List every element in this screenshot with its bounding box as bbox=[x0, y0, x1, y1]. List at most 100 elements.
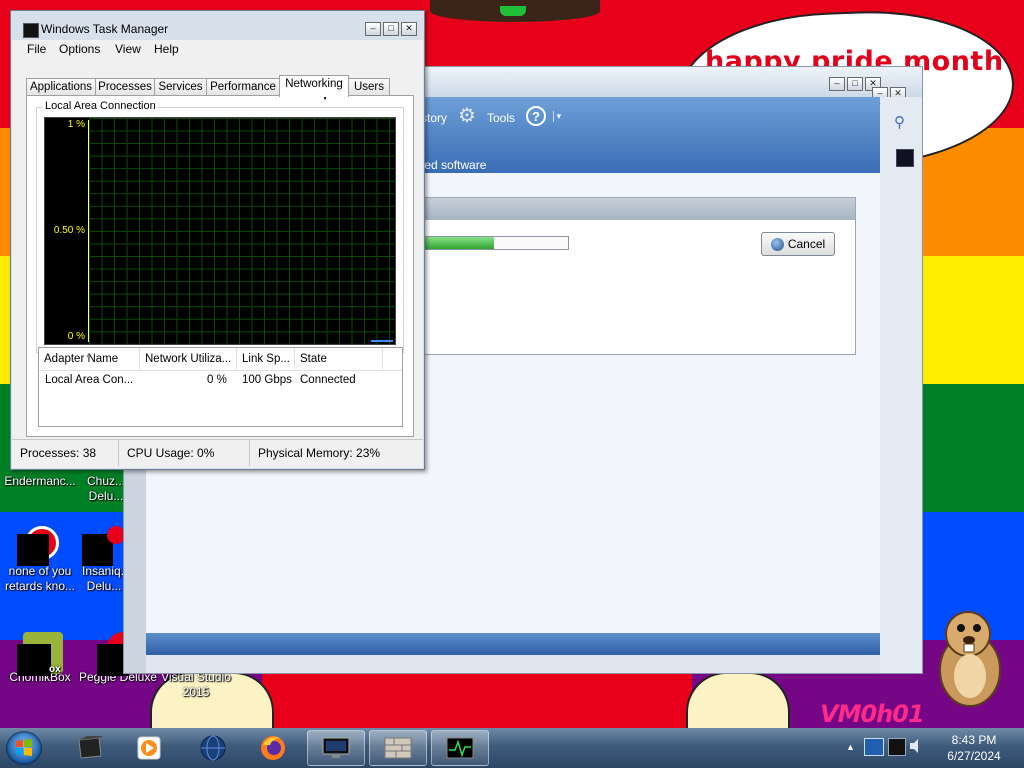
desktop-icon-chomikbox[interactable]: ox ChomikBox bbox=[0, 632, 80, 685]
progress-dialog-header bbox=[415, 198, 855, 220]
globe-icon bbox=[200, 735, 226, 761]
task-manager-icon bbox=[23, 23, 39, 38]
column-network-utilization[interactable]: Network Utiliza... bbox=[140, 348, 237, 370]
network-utilization-graph: 1 % 0.50 % 0 % bbox=[44, 117, 396, 345]
monitor-tray-icon[interactable] bbox=[888, 738, 906, 756]
task-manager-title: Windows Task Manager bbox=[41, 22, 169, 36]
menu-help[interactable]: Help bbox=[154, 42, 179, 56]
link-speed-cell: 100 Gbps bbox=[242, 374, 292, 386]
graph-axis-label-max: 1 % bbox=[67, 119, 85, 130]
task-manager-icon bbox=[446, 737, 474, 759]
hamster-icon: ox bbox=[17, 632, 63, 676]
utilization-cell: 0 % bbox=[207, 374, 227, 386]
adapter-table: ▲ Adapter Name Network Utiliza... Link S… bbox=[38, 347, 403, 427]
red-circle-icon bbox=[17, 526, 59, 566]
graph-grid bbox=[89, 118, 395, 344]
desktop-icon-label: Visual Studio 2015 bbox=[161, 670, 231, 699]
volume-tray-icon[interactable] bbox=[908, 736, 924, 756]
desktop-icon-chuz[interactable]: Chuz... Delu... bbox=[86, 474, 126, 504]
taskbar-remote-desktop[interactable] bbox=[307, 730, 365, 766]
taskbar-task-manager[interactable] bbox=[431, 730, 489, 766]
networking-panel: Local Area Connection 1 % 0.50 % 0 % ▲ A… bbox=[26, 95, 414, 437]
cancel-button-label: Cancel bbox=[787, 237, 826, 251]
column-state[interactable]: State bbox=[295, 348, 383, 370]
progress-fill bbox=[416, 237, 494, 249]
install-progress-bar bbox=[415, 236, 569, 250]
gear-icon[interactable]: ⚙ bbox=[458, 106, 476, 126]
clock-time: 8:43 PM bbox=[951, 733, 997, 747]
minimize-button[interactable]: – bbox=[365, 22, 381, 36]
desktop-icon-label: Chuz... Delu... bbox=[86, 474, 125, 503]
progress-dialog: Cancel bbox=[414, 197, 856, 355]
graph-traffic-line bbox=[371, 340, 393, 342]
app-icon bbox=[82, 526, 125, 566]
graph-axis-label-mid: 0.50 % bbox=[53, 225, 85, 236]
task-manager-body: Applications Processes Services Performa… bbox=[12, 58, 423, 439]
search-icon[interactable]: ⚲ bbox=[894, 113, 905, 131]
media-player-icon bbox=[137, 736, 161, 760]
hamster-mascot bbox=[939, 611, 1001, 707]
remote-desktop-icon bbox=[322, 737, 350, 758]
taskbar-firefox[interactable] bbox=[244, 730, 302, 766]
installer-right-column: ⚲ bbox=[880, 97, 922, 673]
adapter-table-header: ▲ Adapter Name Network Utiliza... Link S… bbox=[39, 348, 402, 371]
desktop-icon-label: Endermanc... bbox=[4, 474, 76, 488]
wallpaper-cartoon-hand-right bbox=[686, 672, 790, 730]
column-adapter-name-label: Adapter Name bbox=[44, 353, 119, 365]
taskbar-globe[interactable] bbox=[184, 730, 242, 766]
taskbar-media-player[interactable] bbox=[120, 730, 178, 766]
show-hidden-icons-icon[interactable]: ▲ bbox=[846, 742, 855, 752]
menu-bar: File Options View Help bbox=[12, 40, 423, 58]
chevron-down-icon[interactable]: │▾ bbox=[551, 111, 561, 122]
toolbar-tools-button[interactable]: Tools bbox=[487, 111, 515, 125]
menu-view[interactable]: View bbox=[115, 42, 141, 56]
desktop-icon-endermanc[interactable]: Endermanc... bbox=[0, 474, 80, 489]
status-physical-memory: Physical Memory: 23% bbox=[258, 446, 381, 460]
taskbar: ▲ 8:43 PM 6/27/2024 bbox=[0, 728, 1024, 768]
state-cell: Connected bbox=[300, 374, 356, 386]
taskbar-wall-app[interactable] bbox=[369, 730, 427, 766]
cancel-globe-icon bbox=[770, 237, 784, 251]
task-manager-window[interactable]: Windows Task Manager – □ ✕ File Options … bbox=[10, 10, 425, 470]
maximize-button[interactable]: □ bbox=[847, 77, 863, 91]
tab-processes[interactable]: Processes bbox=[95, 78, 155, 96]
tab-users[interactable]: Users bbox=[348, 78, 390, 96]
minimize-button[interactable]: – bbox=[829, 77, 845, 91]
status-cpu-usage: CPU Usage: 0% bbox=[119, 440, 250, 466]
desktop-icon-label: Insaniq... Delu... bbox=[82, 564, 126, 593]
graph-y-axis-line bbox=[88, 120, 89, 342]
maximize-button[interactable]: □ bbox=[383, 22, 399, 36]
menu-options[interactable]: Options bbox=[59, 42, 100, 56]
network-tray-icon[interactable] bbox=[864, 738, 884, 756]
desktop-icon-insaniq[interactable]: Insaniq... Delu... bbox=[82, 526, 126, 594]
task-manager-window-controls: – □ ✕ bbox=[365, 22, 417, 36]
connection-group-label: Local Area Connection bbox=[43, 100, 158, 112]
graph-axis-label-min: 0 % bbox=[67, 331, 85, 342]
column-adapter-name[interactable]: ▲ Adapter Name bbox=[39, 348, 140, 370]
tab-networking[interactable]: Networking bbox=[279, 75, 349, 97]
close-button[interactable]: ✕ bbox=[401, 22, 417, 36]
sort-arrow-icon: ▲ bbox=[85, 352, 92, 359]
installer-footer bbox=[146, 633, 880, 655]
tab-applications[interactable]: Applications bbox=[26, 78, 96, 96]
clock-date: 6/27/2024 bbox=[947, 749, 1001, 763]
start-button[interactable] bbox=[6, 731, 42, 765]
help-icon[interactable]: ? bbox=[526, 106, 546, 126]
wallpaper-signature: VM0h01 bbox=[820, 700, 925, 728]
column-link-speed[interactable]: Link Sp... bbox=[237, 348, 295, 370]
taskbar-terminal[interactable] bbox=[60, 730, 118, 766]
desktop-icon-red-circle[interactable]: none of you retards kno... bbox=[0, 526, 80, 594]
clock[interactable]: 8:43 PM 6/27/2024 bbox=[926, 732, 1022, 764]
tab-services[interactable]: Services bbox=[154, 78, 207, 96]
installer-blue-caption: ted software bbox=[421, 158, 487, 172]
wallpaper-cartoon-red bbox=[262, 672, 692, 728]
desktop-icon-label: none of you retards kno... bbox=[4, 564, 76, 593]
cancel-button[interactable]: Cancel bbox=[761, 232, 835, 256]
wallpaper-blob-accent bbox=[500, 6, 526, 16]
terminal-icon bbox=[78, 736, 103, 759]
status-processes: Processes: 38 bbox=[12, 440, 119, 466]
menu-file[interactable]: File bbox=[27, 42, 46, 56]
tab-performance[interactable]: Performance bbox=[206, 78, 280, 96]
firefox-icon bbox=[261, 736, 285, 760]
thumbnail-icon bbox=[896, 149, 914, 167]
